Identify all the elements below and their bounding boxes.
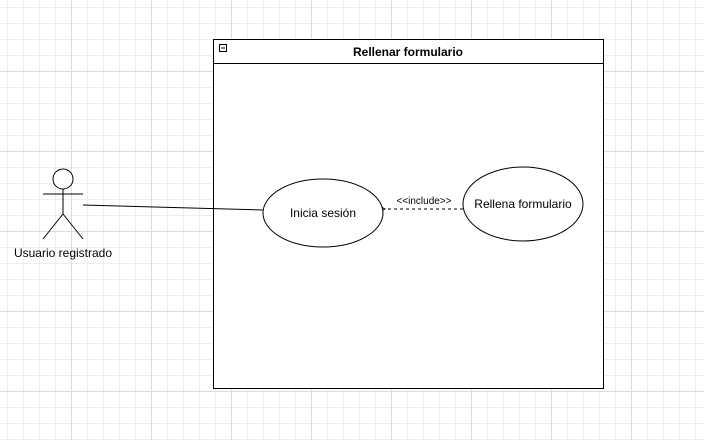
system-boundary-title: Rellenar formulario xyxy=(353,45,463,59)
include-stereotype-label: <<include>> xyxy=(396,196,451,207)
actor-label: Usuario registrado xyxy=(14,246,112,260)
use-case-inicia-sesion[interactable]: Inicia sesión xyxy=(262,178,384,248)
minus-box-icon[interactable] xyxy=(219,44,227,52)
use-case-rellena-formulario[interactable]: Rellena formulario xyxy=(462,166,584,242)
actor-left-leg xyxy=(42,213,64,240)
actor-usuario-registrado[interactable] xyxy=(42,168,84,240)
use-case-label: Rellena formulario xyxy=(474,197,572,211)
actor-head xyxy=(52,168,74,190)
use-case-label: Inicia sesión xyxy=(290,206,356,220)
uml-use-case-diagram: Rellenar formulario Usuario registrado <… xyxy=(14,39,604,389)
actor-right-leg xyxy=(62,213,84,240)
